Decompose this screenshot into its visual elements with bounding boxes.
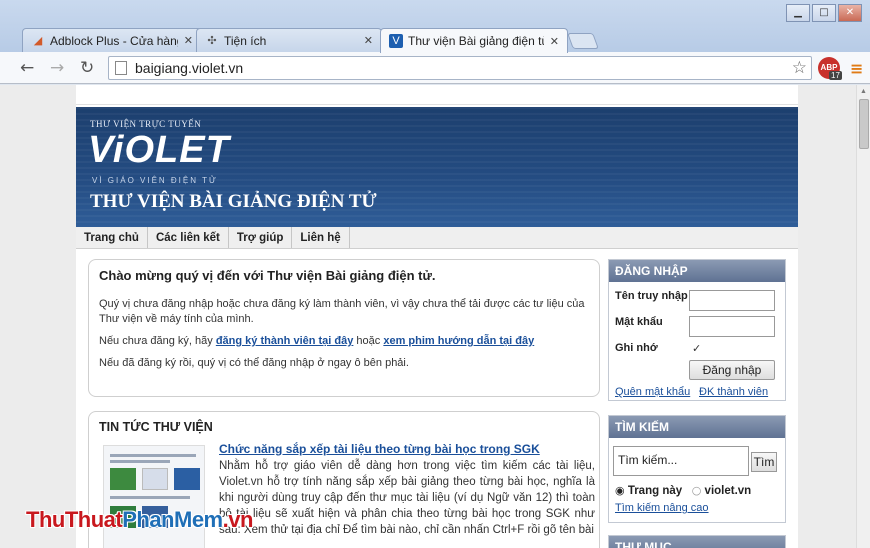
password-input[interactable] (689, 316, 775, 337)
thumb-line (110, 496, 190, 499)
login-box: ĐĂNG NHẬP Tên truy nhập Mật khẩu Ghi nhớ… (608, 259, 786, 401)
tab-title: Thư viện Bài giảng điện tử (408, 34, 544, 48)
welcome-text-2-prefix: Nếu chưa đăng ký, hãy (99, 335, 216, 347)
remember-checkbox[interactable]: ✓ (692, 342, 701, 355)
close-icon[interactable]: ✕ (364, 34, 373, 47)
search-input[interactable]: Tìm kiếm... (613, 446, 749, 476)
welcome-text-3: Nếu đã đăng ký rồi, quý vị có thể đăng n… (99, 357, 409, 369)
address-bar[interactable]: baigiang.violet.vn ☆ (108, 56, 812, 80)
page-top-strip (76, 85, 798, 105)
folder-heading: THƯ MỤC (609, 536, 785, 548)
close-icon[interactable]: ✕ (184, 34, 193, 47)
scroll-up-icon[interactable]: ▲ (860, 88, 867, 95)
radio-violet-icon[interactable]: ○ (692, 484, 702, 497)
radio-violet-label: violet.vn (704, 485, 752, 497)
article-body: Nhằm hỗ trợ giáo viên dễ dàng hơn trong … (219, 460, 595, 536)
abp-count-badge: 17 (829, 71, 842, 80)
folder-box: THƯ MỤC (608, 535, 786, 548)
tab-title: Tiện ích (224, 33, 267, 48)
article-title-link[interactable]: Chức năng sắp xếp tài liệu theo từng bài… (219, 442, 540, 456)
welcome-text-2-middle: hoặc (353, 335, 384, 347)
logo-subtitle: VÌ GIÁO VIÊN ĐIỆN TỬ (92, 176, 218, 185)
tab-title: Adblock Plus - Cửa hàng (50, 33, 178, 48)
tab-strip: ◢ Adblock Plus - Cửa hàng ✕ ✣ Tiện ích ✕… (0, 0, 870, 53)
window-controls: ▁ □ ✕ (786, 4, 862, 22)
close-icon[interactable]: ✕ (550, 35, 559, 48)
site-title: THƯ VIỆN BÀI GIẢNG ĐIỆN TỬ (90, 191, 377, 212)
watermark-part: .vn (222, 507, 254, 532)
close-window-button[interactable]: ✕ (838, 4, 862, 22)
tab-adblock[interactable]: ◢ Adblock Plus - Cửa hàng ✕ (22, 28, 202, 52)
nav-links[interactable]: Các liên kết (148, 227, 229, 248)
radio-this-page-label: Trang này (627, 485, 683, 497)
nav-contact[interactable]: Liên hệ (292, 227, 350, 248)
chrome-store-icon: ◢ (33, 34, 43, 47)
tutorial-video-link[interactable]: xem phim hướng dẫn tại đây (383, 335, 534, 347)
thumb-block (110, 468, 136, 490)
tab-violet[interactable]: V Thư viện Bài giảng điện tử ✕ (380, 28, 568, 53)
news-heading: TIN TỨC THƯ VIỆN (99, 420, 213, 434)
forgot-password-link[interactable]: Quên mật khẩu (615, 386, 690, 398)
browser-toolbar: ← → ↻ baigiang.violet.vn ☆ (0, 52, 870, 84)
site-logo[interactable]: ViOLET (88, 129, 230, 172)
password-label: Mật khẩu (615, 316, 663, 328)
nav-help[interactable]: Trợ giúp (229, 227, 293, 248)
register-link[interactable]: đăng ký thành viên tại đây (216, 335, 354, 347)
username-input[interactable] (689, 290, 775, 311)
login-button[interactable]: Đăng nhập (689, 360, 775, 380)
site-navbar: Trang chủ Các liên kết Trợ giúp Liên hệ (76, 227, 798, 249)
reload-icon[interactable]: ↻ (80, 58, 94, 78)
page-viewport: THƯ VIỆN TRỰC TUYẾN ViOLET VÌ GIÁO VIÊN … (0, 85, 856, 548)
register-member-link[interactable]: ĐK thành viên (699, 386, 768, 398)
thumb-line (110, 460, 170, 463)
violet-icon: V (389, 34, 403, 48)
banner-tagline: THƯ VIỆN TRỰC TUYẾN (90, 119, 202, 129)
menu-icon[interactable]: ≡ (850, 59, 863, 78)
thumb-block (142, 468, 168, 490)
search-button[interactable]: Tìm (751, 452, 777, 472)
scroll-thumb[interactable] (859, 99, 869, 149)
thumb-block (174, 468, 200, 490)
forward-arrow-icon[interactable]: → (50, 58, 64, 78)
remember-label: Ghi nhớ (615, 342, 658, 354)
nav-home[interactable]: Trang chủ (76, 227, 148, 248)
search-box: TÌM KIẾM Tìm kiếm... Tìm ◉ Trang này ○ v… (608, 415, 786, 523)
url-text[interactable]: baigiang.violet.vn (135, 60, 243, 76)
puzzle-icon: ✣ (207, 34, 217, 47)
search-heading: TÌM KIẾM (609, 416, 785, 438)
radio-this-page-icon[interactable]: ◉ (615, 484, 625, 497)
page-icon (115, 61, 127, 75)
minimize-button[interactable]: ▁ (786, 4, 810, 22)
site-banner: THƯ VIỆN TRỰC TUYẾN ViOLET VÌ GIÁO VIÊN … (76, 107, 798, 227)
maximize-button[interactable]: □ (812, 4, 836, 22)
watermark-part: ThuThuat (26, 507, 123, 532)
thumb-line (110, 454, 196, 457)
bookmark-star-icon[interactable]: ☆ (792, 58, 807, 78)
username-label: Tên truy nhập (615, 290, 688, 302)
new-tab-button[interactable] (567, 33, 599, 49)
welcome-text-1: Quý vị chưa đăng nhập hoặc chưa đăng ký … (99, 298, 585, 325)
tab-extensions[interactable]: ✣ Tiện ích ✕ (196, 28, 382, 52)
login-heading: ĐĂNG NHẬP (609, 260, 785, 282)
welcome-heading: Chào mừng quý vị đến với Thư viện Bài gi… (99, 268, 436, 283)
watermark-logo: ThuThuatPhanMem.vn (26, 507, 253, 533)
search-scope: ◉ Trang này ○ violet.vn (615, 484, 751, 497)
vertical-scrollbar[interactable]: ▲ (856, 85, 870, 548)
watermark-part: PhanMem (122, 507, 223, 532)
advanced-search-link[interactable]: Tìm kiếm nâng cao (615, 502, 709, 514)
back-arrow-icon[interactable]: ← (20, 58, 34, 78)
welcome-box: Chào mừng quý vị đến với Thư viện Bài gi… (88, 259, 600, 397)
welcome-text-2: Nếu chưa đăng ký, hãy đăng ký thành viên… (99, 334, 589, 349)
page-container: THƯ VIỆN TRỰC TUYẾN ViOLET VÌ GIÁO VIÊN … (76, 85, 798, 548)
